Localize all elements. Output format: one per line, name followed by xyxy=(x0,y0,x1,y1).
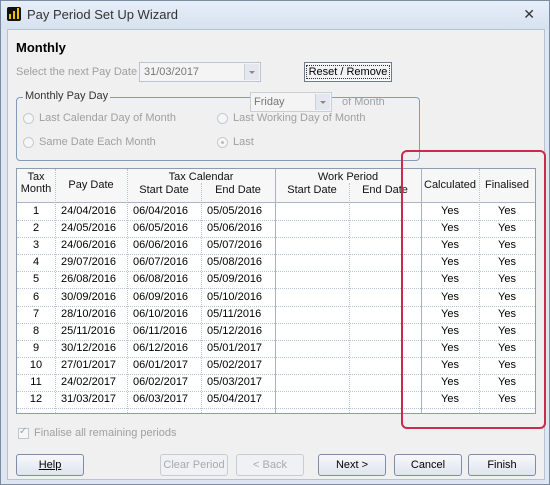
cell-start: 06/01/2017 xyxy=(133,358,189,371)
col-work-period: Work Period xyxy=(317,171,379,183)
cell-start: 06/02/2017 xyxy=(133,376,189,388)
col-pay-date: Pay Date xyxy=(68,179,114,191)
next-pay-date-select[interactable]: 31/03/2017 xyxy=(139,62,261,82)
cell-end: 05/10/2016 xyxy=(207,290,263,303)
reset-remove-button[interactable]: Reset / Remove xyxy=(304,62,392,82)
cell-pay: 24/05/2016 xyxy=(61,222,117,235)
cell-end: 05/02/2017 xyxy=(207,358,263,371)
cell-start: 06/06/2016 xyxy=(133,239,189,252)
cell-end: 05/12/2016 xyxy=(207,324,263,337)
cell-pay: 26/08/2016 xyxy=(61,273,117,286)
cell-end: 05/05/2016 xyxy=(207,205,263,217)
cell-pay: 28/10/2016 xyxy=(61,307,117,320)
cell-pay: 27/01/2017 xyxy=(61,358,117,371)
cell-start: 06/07/2016 xyxy=(133,256,189,269)
chevron-down-icon[interactable] xyxy=(244,64,259,80)
app-icon xyxy=(7,7,21,21)
cell-end: 05/04/2017 xyxy=(207,393,263,406)
cell-month: 10 xyxy=(29,358,43,371)
radio-circle xyxy=(23,112,34,124)
cell-start: 06/11/2016 xyxy=(133,324,188,337)
cell-end: 05/06/2016 xyxy=(207,222,263,235)
group-legend: Monthly Pay Day xyxy=(23,90,111,102)
cell-end: 05/01/2017 xyxy=(207,341,263,354)
cell-start: 06/04/2016 xyxy=(133,205,189,217)
cancel-button[interactable]: Cancel xyxy=(394,454,462,476)
cell-end: 05/07/2016 xyxy=(207,239,263,252)
close-icon[interactable]: ✕ xyxy=(523,6,535,23)
radio-same-date[interactable]: Same Date Each Month xyxy=(23,136,156,148)
radio-circle xyxy=(23,136,34,148)
back-button[interactable]: < Back xyxy=(236,454,304,476)
radio-circle xyxy=(217,112,228,124)
next-pay-date-value: 31/03/2017 xyxy=(144,66,200,78)
col-work-start: Start Date xyxy=(287,184,337,196)
checkbox-icon xyxy=(18,426,29,439)
window-title: Pay Period Set Up Wizard xyxy=(27,7,179,22)
finish-button[interactable]: Finish xyxy=(468,454,536,476)
cell-pay: 24/04/2016 xyxy=(61,205,117,217)
cell-month: 2 xyxy=(32,222,40,235)
col-tax-end: End Date xyxy=(215,184,261,196)
cell-pay: 25/11/2016 xyxy=(61,324,116,337)
cell-end: 05/09/2016 xyxy=(207,273,263,286)
next-pay-date-label: Select the next Pay Date xyxy=(16,66,138,78)
next-button[interactable]: Next > xyxy=(318,454,386,476)
chevron-down-icon[interactable] xyxy=(315,94,330,110)
clear-period-button[interactable]: Clear Period xyxy=(160,454,228,476)
cell-month: 7 xyxy=(32,307,40,320)
cell-pay: 24/06/2016 xyxy=(61,239,117,252)
of-month-label: of Month xyxy=(342,96,385,108)
cell-pay: 30/12/2016 xyxy=(61,341,117,354)
cell-start: 06/05/2016 xyxy=(133,222,189,235)
cell-month: 9 xyxy=(32,341,40,354)
cell-month: 1 xyxy=(32,205,40,217)
weekday-select[interactable]: Friday xyxy=(250,92,332,112)
cell-pay: 30/09/2016 xyxy=(61,290,117,303)
cell-start: 06/12/2016 xyxy=(133,341,189,354)
cell-end: 05/03/2017 xyxy=(207,376,263,388)
wizard-content: Monthly Select the next Pay Date 31/03/2… xyxy=(7,29,546,480)
cell-month: 11 xyxy=(30,376,42,388)
cell-month: 8 xyxy=(32,324,40,337)
cell-month: 12 xyxy=(29,393,43,406)
cell-pay: 31/03/2017 xyxy=(61,393,117,406)
cell-end: 05/11/2016 xyxy=(207,307,262,320)
wizard-window: Pay Period Set Up Wizard ✕ Monthly Selec… xyxy=(0,0,550,485)
cell-start: 06/03/2017 xyxy=(133,393,189,406)
cell-pay: 24/02/2017 xyxy=(61,376,117,388)
cell-month: 5 xyxy=(32,273,40,286)
finalise-remaining-checkbox[interactable]: Finalise all remaining periods xyxy=(18,426,176,439)
cell-month: 3 xyxy=(32,239,40,252)
col-tax-month: Tax Month xyxy=(20,171,52,195)
col-tax-start: Start Date xyxy=(139,184,189,196)
cell-start: 06/09/2016 xyxy=(133,290,189,303)
radio-circle-selected xyxy=(217,136,228,148)
page-title: Monthly xyxy=(16,40,66,55)
radio-last-working-day[interactable]: Last Working Day of Month xyxy=(217,112,365,124)
highlight-box xyxy=(401,150,546,429)
radio-last[interactable]: Last xyxy=(217,136,254,148)
cell-end: 05/08/2016 xyxy=(207,256,263,269)
cell-start: 06/08/2016 xyxy=(133,273,189,286)
radio-last-calendar-day[interactable]: Last Calendar Day of Month xyxy=(23,112,176,124)
col-tax-calendar: Tax Calendar xyxy=(168,171,234,183)
weekday-value: Friday xyxy=(254,96,285,108)
cell-start: 06/10/2016 xyxy=(133,307,189,320)
cell-month: 4 xyxy=(32,256,40,269)
title-bar: Pay Period Set Up Wizard ✕ xyxy=(1,1,549,29)
help-button[interactable]: Help xyxy=(16,454,84,476)
cell-pay: 29/07/2016 xyxy=(61,256,117,269)
cell-month: 6 xyxy=(32,290,40,303)
